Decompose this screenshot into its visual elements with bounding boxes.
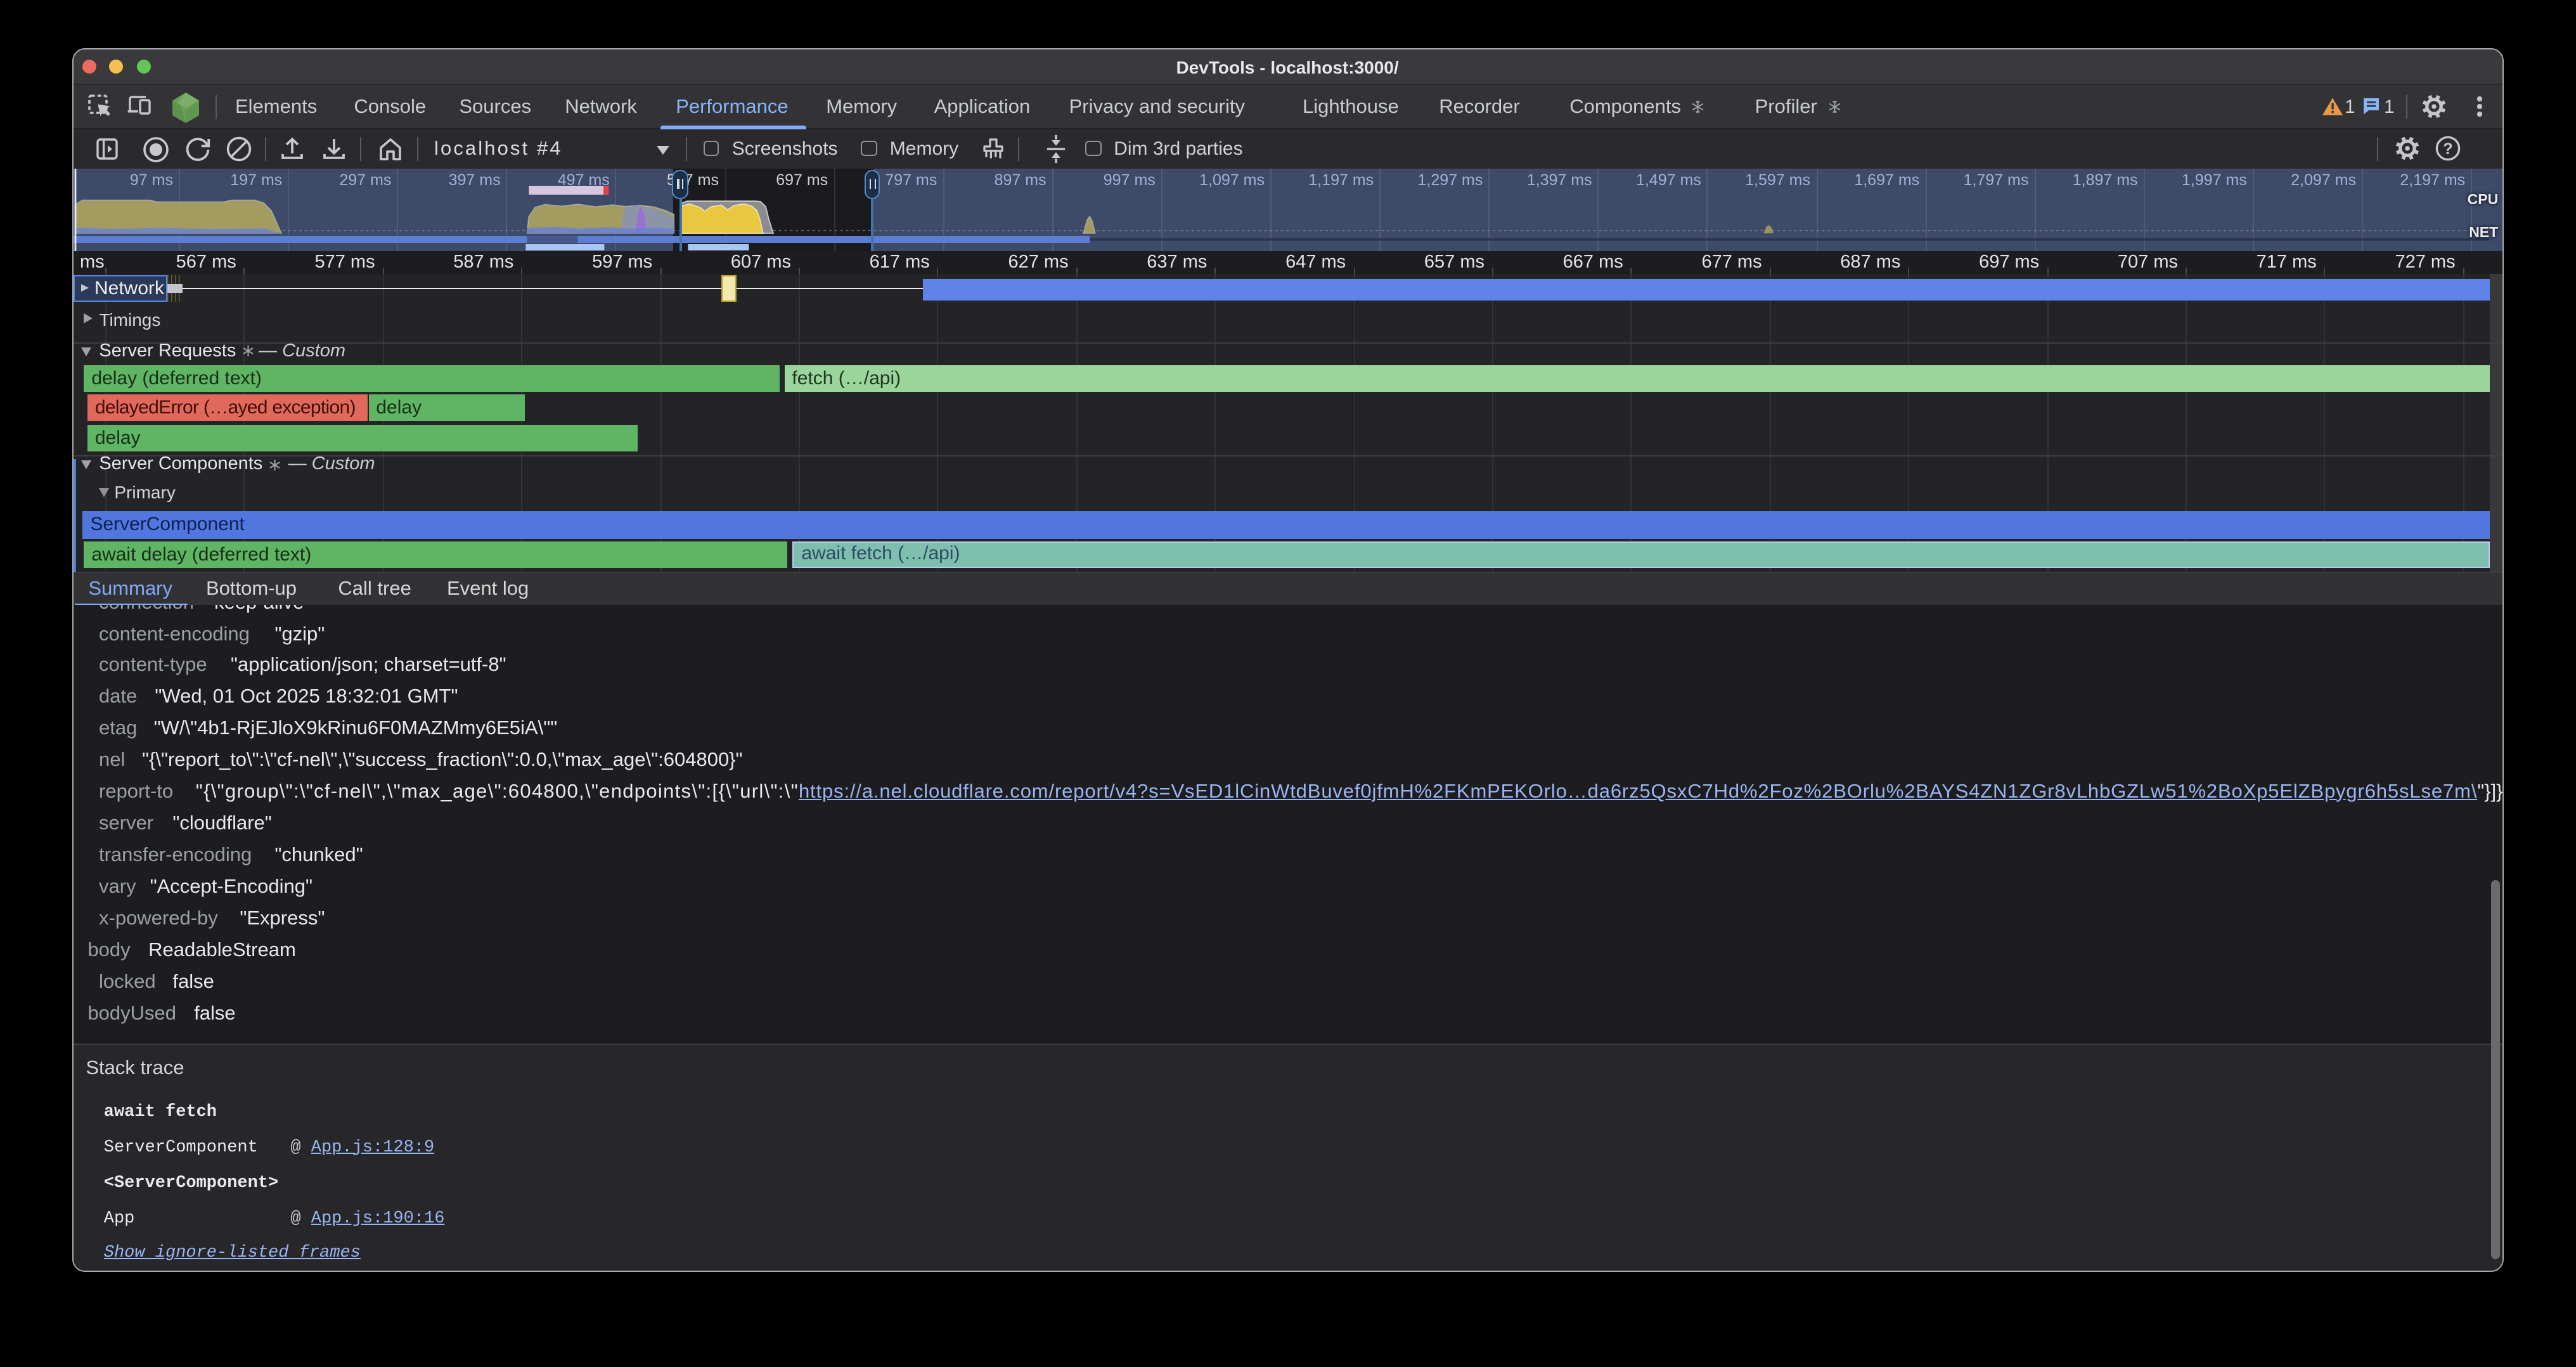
svg-text:?: ? xyxy=(2443,140,2452,158)
